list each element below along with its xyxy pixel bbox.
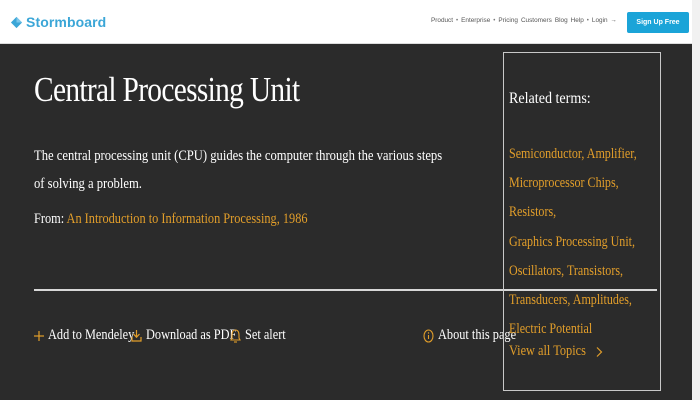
related-term-link[interactable]: Semiconductor	[509, 146, 581, 162]
brand-name: Stormboard	[26, 14, 107, 30]
set-alert-button[interactable]: Set alert	[230, 327, 293, 344]
add-to-mendeley-label: Add to Mendeley	[48, 327, 135, 343]
related-terms-list: Semiconductor, Amplifier, Microprocessor…	[509, 146, 637, 338]
main-nav: Product • Enterprise • Pricing Customers…	[431, 17, 617, 24]
view-all-topics-label: View all Topics	[509, 343, 586, 359]
nav-item-login[interactable]: Login	[592, 17, 608, 24]
nav-dot-separator: •	[586, 17, 589, 24]
nav-item-blog[interactable]: Blog	[555, 17, 568, 24]
related-term-link[interactable]: Electric Potential	[509, 321, 592, 337]
related-term-link[interactable]: Amplitudes	[573, 292, 629, 308]
topic-description: The central processing unit (CPU) guides…	[34, 148, 443, 192]
related-term-link[interactable]: Transducers	[509, 292, 567, 308]
stormboard-logo-icon	[10, 16, 23, 28]
related-term-link[interactable]: Microprocessor Chips	[509, 175, 616, 191]
nav-item-customers[interactable]: Customers	[521, 17, 552, 24]
nav-item-product[interactable]: Product	[431, 17, 453, 24]
sign-up-button[interactable]: Sign Up Free	[627, 12, 689, 33]
top-navigation-bar: Stormboard Product • Enterprise • Pricin…	[0, 0, 700, 44]
source-citation: From: An Introduction to Information Pro…	[34, 211, 308, 228]
bell-icon	[230, 328, 241, 343]
related-term-link[interactable]: Resistors	[509, 204, 553, 220]
from-label: From:	[34, 211, 65, 227]
set-alert-label: Set alert	[245, 327, 286, 343]
view-all-topics-link[interactable]: View all Topics	[509, 343, 603, 360]
nav-item-pricing[interactable]: Pricing	[498, 17, 518, 24]
scrollbar-track[interactable]	[692, 0, 700, 400]
nav-item-help[interactable]: Help	[571, 17, 584, 24]
related-terms-heading: Related terms:	[509, 90, 591, 107]
download-icon	[131, 330, 142, 342]
page-title: Central Processing Unit	[34, 70, 300, 109]
info-icon	[423, 328, 434, 343]
source-link[interactable]: An Introduction to Information Processin…	[67, 211, 308, 227]
nav-item-enterprise[interactable]: Enterprise	[461, 17, 490, 24]
related-term-link[interactable]: Amplifier	[587, 146, 634, 162]
download-pdf-label: Download as PDF	[146, 327, 237, 343]
related-terms-panel: Related terms: Semiconductor, Amplifier,…	[503, 52, 661, 391]
nav-dot-separator: •	[456, 17, 459, 24]
chevron-right-icon	[597, 346, 603, 357]
brand-logo[interactable]: Stormboard	[10, 13, 106, 31]
related-term-link[interactable]: Oscillators	[509, 263, 561, 279]
related-term-link[interactable]: Transistors	[567, 263, 620, 279]
login-arrow-icon: →	[610, 17, 617, 24]
plus-icon	[34, 330, 44, 341]
nav-dot-separator: •	[493, 17, 496, 24]
related-term-link[interactable]: Graphics Processing Unit	[509, 234, 632, 250]
